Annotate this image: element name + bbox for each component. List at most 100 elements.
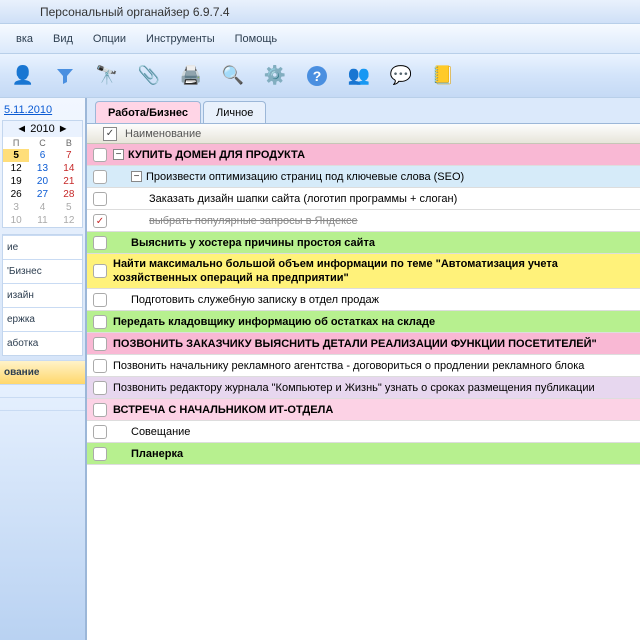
settings-icon[interactable]: ⚙️ xyxy=(260,61,290,91)
task-checkbox[interactable] xyxy=(93,170,107,184)
task-checkbox[interactable] xyxy=(93,293,107,307)
calendar-grid[interactable]: ПСВ 567121314192021262728345101112 xyxy=(3,137,82,227)
sidebar-group[interactable]: 'Бизнес xyxy=(3,259,82,283)
calendar-day[interactable]: 12 xyxy=(56,214,82,227)
task-checkbox[interactable] xyxy=(93,236,107,250)
title-bar: Персональный органайзер 6.9.7.4 xyxy=(0,0,640,24)
calendar-day[interactable]: 26 xyxy=(3,188,29,201)
sidebar-group[interactable]: аботка xyxy=(3,331,82,355)
calendar-day[interactable]: 5 xyxy=(3,149,29,162)
header-checkbox[interactable]: ✓ xyxy=(103,127,117,141)
task-checkbox[interactable] xyxy=(93,403,107,417)
calendar-day[interactable]: 6 xyxy=(29,149,55,162)
task-row[interactable]: ВСТРЕЧА С НАЧАЛЬНИКОМ ИТ-ОТДЕЛА xyxy=(87,399,640,421)
calendar-day[interactable]: 21 xyxy=(56,175,82,188)
sidebar-pane[interactable] xyxy=(0,410,85,423)
task-text: Выяснить у хостера причины простоя сайта xyxy=(131,236,636,250)
sidebar-pane[interactable]: ование xyxy=(0,360,85,384)
task-checkbox[interactable] xyxy=(93,447,107,461)
menu-item[interactable]: Вид xyxy=(43,29,83,49)
person-icon[interactable]: 👤 xyxy=(8,61,38,91)
task-checkbox[interactable] xyxy=(93,359,107,373)
task-row[interactable]: Совещание xyxy=(87,421,640,443)
task-row[interactable]: Подготовить служебную записку в отдел пр… xyxy=(87,289,640,311)
chat-icon[interactable]: 💬 xyxy=(386,61,416,91)
task-text: Планерка xyxy=(131,447,636,461)
task-text: Заказать дизайн шапки сайта (логотип про… xyxy=(149,192,636,206)
calendar-day[interactable]: 28 xyxy=(56,188,82,201)
task-checkbox[interactable] xyxy=(93,337,107,351)
task-text: Передать кладовщику информацию об остатк… xyxy=(113,315,636,329)
list-header[interactable]: ✓ Наименование xyxy=(87,124,640,144)
expand-toggle-icon[interactable]: − xyxy=(131,171,142,182)
task-checkbox[interactable] xyxy=(93,425,107,439)
calendar[interactable]: ◄ 2010 ► ПСВ 567121314192021262728345101… xyxy=(2,120,83,228)
expand-toggle-icon[interactable]: − xyxy=(113,149,124,160)
task-text: КУПИТЬ ДОМЕН ДЛЯ ПРОДУКТА xyxy=(128,148,636,162)
task-text: Совещание xyxy=(131,425,636,439)
task-row[interactable]: Передать кладовщику информацию об остатк… xyxy=(87,311,640,333)
tab-work[interactable]: Работа/Бизнес xyxy=(95,101,201,123)
task-checkbox[interactable] xyxy=(93,192,107,206)
calendar-day[interactable]: 7 xyxy=(56,149,82,162)
calendar-day[interactable]: 5 xyxy=(56,201,82,214)
task-text: Произвести оптимизацию страниц под ключе… xyxy=(146,170,636,184)
calendar-month[interactable]: ◄ 2010 ► xyxy=(3,121,82,137)
task-text: Позвонить начальнику рекламного агентств… xyxy=(113,359,636,373)
sidebar-panes: ование xyxy=(0,360,85,640)
notes-icon[interactable]: 📒 xyxy=(428,61,458,91)
help-icon[interactable]: ? xyxy=(302,61,332,91)
task-text: ПОЗВОНИТЬ ЗАКАЗЧИКУ ВЫЯСНИТЬ ДЕТАЛИ РЕАЛ… xyxy=(113,337,636,351)
task-checkbox[interactable] xyxy=(93,315,107,329)
task-checkbox[interactable]: ✓ xyxy=(93,214,107,228)
sidebar-group[interactable]: ие xyxy=(3,235,82,259)
task-row[interactable]: Позвонить начальнику рекламного агентств… xyxy=(87,355,640,377)
sidebar-pane[interactable] xyxy=(0,397,85,410)
task-text: ВСТРЕЧА С НАЧАЛЬНИКОМ ИТ-ОТДЕЛА xyxy=(113,403,636,417)
sidebar-group[interactable]: изайн xyxy=(3,283,82,307)
task-row[interactable]: Позвонить редактору журнала "Компьютер и… xyxy=(87,377,640,399)
calendar-day[interactable]: 19 xyxy=(3,175,29,188)
menu-item[interactable]: Опции xyxy=(83,29,136,49)
task-row[interactable]: Заказать дизайн шапки сайта (логотип про… xyxy=(87,188,640,210)
users-icon[interactable]: 👥 xyxy=(344,61,374,91)
task-row[interactable]: Найти максимально большой объем информац… xyxy=(87,254,640,289)
task-checkbox[interactable] xyxy=(93,381,107,395)
task-list: −КУПИТЬ ДОМЕН ДЛЯ ПРОДУКТА−Произвести оп… xyxy=(87,144,640,640)
menu-item[interactable]: вка xyxy=(6,29,43,49)
calendar-day[interactable]: 3 xyxy=(3,201,29,214)
header-title: Наименование xyxy=(125,128,201,140)
calendar-day[interactable]: 12 xyxy=(3,162,29,175)
funnel-icon[interactable] xyxy=(50,61,80,91)
task-row[interactable]: ✓выбрать популярные запросы в Яндексе xyxy=(87,210,640,232)
calendar-day[interactable]: 14 xyxy=(56,162,82,175)
binoculars-icon[interactable]: 🔭 xyxy=(92,61,122,91)
tab-personal[interactable]: Личное xyxy=(203,101,266,123)
task-row[interactable]: −Произвести оптимизацию страниц под ключ… xyxy=(87,166,640,188)
task-text: Подготовить служебную записку в отдел пр… xyxy=(131,293,636,307)
task-text: Найти максимально большой объем информац… xyxy=(113,257,636,285)
calendar-day[interactable]: 13 xyxy=(29,162,55,175)
preview-icon[interactable]: 🔍 xyxy=(218,61,248,91)
toolbar: 👤 🔭 📎 🖨️ 🔍 ⚙️ ? 👥 💬 📒 xyxy=(0,54,640,98)
menu-bar: вка Вид Опции Инструменты Помощь xyxy=(0,24,640,54)
menu-item[interactable]: Инструменты xyxy=(136,29,225,49)
sidebar-group[interactable]: ержка xyxy=(3,307,82,331)
main-area: Работа/Бизнес Личное ✓ Наименование −КУП… xyxy=(86,98,640,640)
task-checkbox[interactable] xyxy=(93,148,107,162)
calendar-day[interactable]: 11 xyxy=(29,214,55,227)
calendar-day[interactable]: 4 xyxy=(29,201,55,214)
task-row[interactable]: Выяснить у хостера причины простоя сайта xyxy=(87,232,640,254)
current-date-link[interactable]: 5.11.2010 xyxy=(0,98,85,118)
print-icon[interactable]: 🖨️ xyxy=(176,61,206,91)
menu-item[interactable]: Помощь xyxy=(225,29,288,49)
calendar-day[interactable]: 27 xyxy=(29,188,55,201)
task-row[interactable]: Планерка xyxy=(87,443,640,465)
task-row[interactable]: ПОЗВОНИТЬ ЗАКАЗЧИКУ ВЫЯСНИТЬ ДЕТАЛИ РЕАЛ… xyxy=(87,333,640,355)
sidebar-pane[interactable] xyxy=(0,384,85,397)
calendar-day[interactable]: 10 xyxy=(3,214,29,227)
calendar-day[interactable]: 20 xyxy=(29,175,55,188)
attachment-icon[interactable]: 📎 xyxy=(134,61,164,91)
task-row[interactable]: −КУПИТЬ ДОМЕН ДЛЯ ПРОДУКТА xyxy=(87,144,640,166)
task-checkbox[interactable] xyxy=(93,264,107,278)
